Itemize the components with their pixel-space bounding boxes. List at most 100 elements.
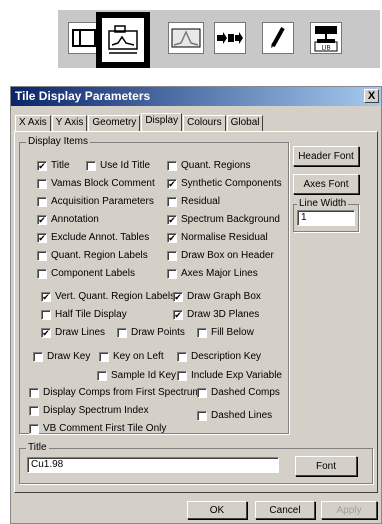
checkbox-residual[interactable]: Residual bbox=[167, 196, 220, 207]
title-input[interactable]: Cu1.98 bbox=[27, 457, 279, 473]
checkbox-box[interactable] bbox=[167, 250, 177, 261]
checkbox-box[interactable] bbox=[177, 370, 187, 381]
checkbox-spectrum-background[interactable]: ✔ Spectrum Background bbox=[167, 214, 280, 225]
split-view-icon bbox=[72, 29, 96, 47]
cancel-button[interactable]: Cancel bbox=[255, 501, 315, 519]
checkbox-box[interactable]: ✔ bbox=[37, 160, 47, 171]
checkbox-draw-key[interactable]: Draw Key bbox=[33, 351, 90, 362]
checkbox-dashed-lines[interactable]: Dashed Lines bbox=[197, 410, 272, 421]
library-icon: LIB bbox=[314, 26, 338, 52]
checkbox-box[interactable] bbox=[167, 196, 177, 207]
checkbox-box[interactable] bbox=[197, 327, 207, 338]
checkbox-box[interactable] bbox=[167, 268, 177, 279]
spectrum-button[interactable] bbox=[168, 22, 204, 54]
checkbox-box[interactable] bbox=[117, 327, 127, 338]
checkbox-box[interactable] bbox=[37, 250, 47, 261]
spectrum-peak-icon bbox=[171, 28, 201, 48]
forward-arrow-icon bbox=[217, 32, 243, 44]
checkbox-display-comps-first-spectrum[interactable]: Display Comps from First Spectrum bbox=[29, 387, 201, 398]
checkbox-box[interactable] bbox=[29, 387, 39, 398]
checkbox-draw-box-on-header[interactable]: Draw Box on Header bbox=[167, 250, 274, 261]
checkbox-box[interactable] bbox=[167, 160, 177, 171]
checkbox-synthetic-components[interactable]: ✔ Synthetic Components bbox=[167, 178, 282, 189]
checkbox-box[interactable] bbox=[41, 309, 51, 320]
checkbox-draw-3d-planes[interactable]: ✔ Draw 3D Planes bbox=[173, 309, 259, 320]
axes-font-button[interactable]: Axes Font bbox=[293, 174, 359, 194]
checkbox-draw-points[interactable]: Draw Points bbox=[117, 327, 185, 338]
tile-display-icon bbox=[108, 25, 138, 54]
checkbox-normalise-residual[interactable]: ✔ Normalise Residual bbox=[167, 232, 268, 243]
checkbox-title[interactable]: ✔ Title bbox=[37, 160, 70, 171]
close-button[interactable]: X bbox=[364, 89, 379, 103]
line-width-input[interactable]: 1 bbox=[297, 210, 355, 226]
checkbox-box[interactable] bbox=[197, 410, 207, 421]
checkbox-use-id-title[interactable]: Use Id Title bbox=[86, 160, 150, 171]
checkbox-key-on-left[interactable]: Key on Left bbox=[99, 351, 164, 362]
checkbox-box[interactable] bbox=[86, 160, 96, 171]
checkbox-acquisition-parameters[interactable]: Acquisition Parameters bbox=[37, 196, 154, 207]
library-button[interactable]: LIB bbox=[310, 22, 342, 54]
checkbox-box[interactable] bbox=[37, 196, 47, 207]
checkbox-box[interactable]: ✔ bbox=[173, 291, 183, 302]
header-font-button[interactable]: Header Font bbox=[293, 146, 359, 166]
checkbox-box[interactable]: ✔ bbox=[37, 232, 47, 243]
checkbox-box[interactable]: ✔ bbox=[41, 327, 51, 338]
checkbox-exclude-annot-tables[interactable]: ✔ Exclude Annot. Tables bbox=[37, 232, 149, 243]
checkbox-annotation[interactable]: ✔ Annotation bbox=[37, 214, 99, 225]
checkbox-box[interactable] bbox=[177, 351, 187, 362]
checkbox-box[interactable] bbox=[29, 405, 39, 416]
checkbox-quant-region-labels[interactable]: Quant. Region Labels bbox=[37, 250, 148, 261]
tab-colours[interactable]: Colours bbox=[183, 115, 226, 131]
ok-button[interactable]: OK bbox=[187, 501, 247, 519]
checkbox-half-tile-display[interactable]: Half Tile Display bbox=[41, 309, 127, 320]
library-label: LIB bbox=[321, 46, 330, 52]
checkbox-box[interactable] bbox=[97, 370, 107, 381]
checkbox-box[interactable]: ✔ bbox=[167, 178, 177, 189]
checkbox-axes-major-lines[interactable]: Axes Major Lines bbox=[167, 268, 258, 279]
tab-bar: X Axis Y Axis Geometry Display Colours G… bbox=[15, 113, 264, 131]
apply-button[interactable]: Apply bbox=[321, 501, 377, 519]
tab-x-axis[interactable]: X Axis bbox=[15, 115, 51, 131]
line-width-label: Line Width bbox=[297, 198, 349, 209]
pencil-icon bbox=[271, 27, 285, 48]
checkbox-display-spectrum-index[interactable]: Display Spectrum Index bbox=[29, 405, 149, 416]
tab-y-axis[interactable]: Y Axis bbox=[51, 115, 88, 131]
checkbox-box[interactable]: ✔ bbox=[37, 214, 47, 225]
checkbox-description-key[interactable]: Description Key bbox=[177, 351, 261, 362]
checkbox-box[interactable] bbox=[33, 351, 43, 362]
checkbox-sample-id-key[interactable]: Sample Id Key bbox=[97, 370, 176, 381]
checkbox-box[interactable]: ✔ bbox=[173, 309, 183, 320]
tab-display[interactable]: Display bbox=[141, 113, 183, 131]
checkbox-box[interactable]: ✔ bbox=[167, 214, 177, 225]
checkbox-box[interactable]: ✔ bbox=[167, 232, 177, 243]
tile-display-button[interactable] bbox=[96, 12, 150, 68]
toolbar: LIB bbox=[58, 10, 380, 68]
checkbox-dashed-comps[interactable]: Dashed Comps bbox=[197, 387, 280, 398]
checkbox-vamas-block-comment[interactable]: Vamas Block Comment bbox=[37, 178, 155, 189]
checkbox-box[interactable] bbox=[99, 351, 109, 362]
tile-display-dialog: Tile Display Parameters X X Axis Y Axis … bbox=[10, 86, 382, 524]
checkbox-box[interactable] bbox=[29, 423, 39, 434]
tab-global[interactable]: Global bbox=[226, 115, 264, 131]
title-font-button[interactable]: Font bbox=[295, 456, 357, 476]
display-items-label: Display Items bbox=[26, 136, 91, 147]
checkbox-include-exp-variable[interactable]: Include Exp Variable bbox=[177, 370, 282, 381]
checkbox-vb-comment-first-tile[interactable]: VB Comment First Tile Only bbox=[29, 423, 166, 434]
checkbox-component-labels[interactable]: Component Labels bbox=[37, 268, 135, 279]
checkbox-draw-lines[interactable]: ✔ Draw Lines bbox=[41, 327, 105, 338]
checkbox-box[interactable]: ✔ bbox=[41, 291, 51, 302]
checkbox-box[interactable] bbox=[37, 178, 47, 189]
checkbox-box[interactable] bbox=[37, 268, 47, 279]
forward-button[interactable] bbox=[214, 22, 246, 54]
checkbox-draw-graph-box[interactable]: ✔ Draw Graph Box bbox=[173, 291, 261, 302]
checkbox-quant-regions[interactable]: Quant. Regions bbox=[167, 160, 251, 171]
tab-geometry[interactable]: Geometry bbox=[88, 115, 141, 131]
dialog-titlebar: Tile Display Parameters X bbox=[11, 87, 381, 106]
checkbox-fill-below[interactable]: Fill Below bbox=[197, 327, 254, 338]
display-panel: Display Items ✔ Title Use Id Title Quant.… bbox=[14, 131, 378, 493]
pencil-button[interactable] bbox=[262, 22, 294, 54]
checkbox-box[interactable] bbox=[197, 387, 207, 398]
dialog-title: Tile Display Parameters bbox=[15, 89, 151, 103]
title-group-label: Title bbox=[26, 442, 49, 453]
checkbox-vert-quant-region-labels[interactable]: ✔ Vert. Quant. Region Labels bbox=[41, 291, 175, 302]
